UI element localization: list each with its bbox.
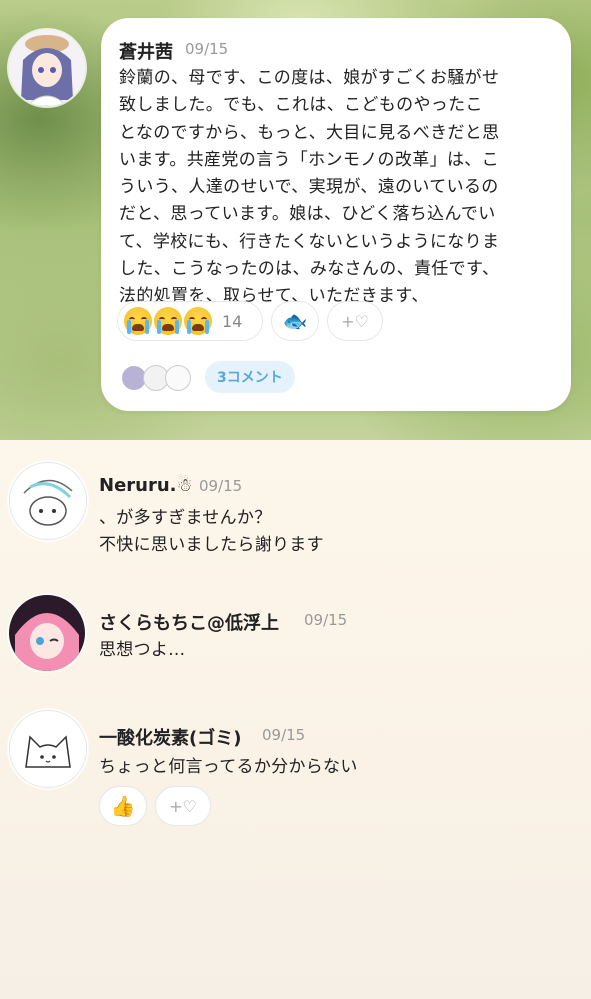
post-line: 鈴蘭の、母です、この度は、娘がすごくお騒がせ	[119, 68, 500, 88]
add-heart-icon: +♡	[169, 796, 197, 816]
commenter-avatar[interactable]	[9, 710, 87, 788]
post-date: 09/15	[185, 40, 229, 58]
post-author-avatar[interactable]	[9, 30, 85, 106]
post-card: 蒼井茜 09/15 鈴蘭の、母です、この度は、娘がすごくお騒がせ 致しました。で…	[101, 18, 571, 411]
comment-line: 思想つよ...	[99, 640, 186, 660]
commenter-avatar[interactable]	[9, 595, 85, 671]
add-heart-icon: +♡	[341, 311, 369, 331]
add-reaction-button[interactable]: +♡	[327, 301, 383, 341]
comment-date: 09/15	[199, 477, 243, 495]
commenter-avatars[interactable]	[121, 365, 197, 391]
post-line: ういう、人達のせいで、実現が、遠のいているの	[119, 177, 499, 198]
crying-reaction-button[interactable]: 14	[117, 301, 263, 341]
post-line: となのですから、もっと、大目に見るべきだと思	[119, 122, 500, 143]
comment-line: 不快に思いましたら謝ります	[99, 535, 324, 555]
post-line: 致しました。でも、これは、こどものやったこ	[119, 95, 483, 116]
commenter-name[interactable]: Neruru.☃	[99, 475, 193, 496]
add-reaction-button[interactable]: +♡	[155, 786, 211, 826]
post-author-name[interactable]: 蒼井茜	[119, 38, 173, 64]
pink-hair-girl-avatar-icon	[9, 595, 85, 671]
thumbs-up-reaction-button[interactable]: 👍	[99, 786, 147, 826]
thumbs-up-icon: 👍	[110, 794, 136, 818]
post-line: した、こうなったのは、みなさんの、責任です、	[119, 259, 500, 280]
comment-date: 09/15	[262, 726, 306, 744]
crying-face-icon	[124, 307, 152, 335]
sketch-character-avatar-icon	[10, 463, 86, 539]
crying-face-icon	[184, 307, 212, 335]
comment-date: 09/15	[304, 611, 348, 629]
fish-icon: 🐟	[282, 309, 308, 333]
post-body: 鈴蘭の、母です、この度は、娘がすごくお騒がせ 致しました。でも、これは、こどもの…	[119, 65, 559, 311]
comment-line: ちょっと何言ってるか分からない	[99, 757, 358, 777]
comment-body: ちょっと何言ってるか分からない	[99, 754, 358, 781]
post-line: います。共産党の言う「ホンモノの改革」は、こ	[119, 149, 499, 170]
reaction-count: 14	[222, 311, 243, 331]
comment-body: 思想つよ...	[99, 637, 185, 664]
comment-body: 、が多すぎませんか？ 不快に思いましたら謝ります	[99, 505, 324, 559]
comment-line: 、が多すぎませんか？	[99, 508, 272, 528]
post-line: て、学校にも、行きたくないというようになりま	[119, 231, 500, 252]
commenter-name[interactable]: さくらもちこ@低浮上	[99, 609, 279, 635]
anime-girl-avatar-icon	[9, 30, 85, 106]
fish-reaction-button[interactable]: 🐟	[271, 301, 319, 341]
mini-avatar	[165, 365, 191, 391]
comment-count-badge[interactable]: 3コメント	[205, 361, 295, 393]
cat-doodle-avatar-icon	[10, 711, 86, 787]
post-line: だと、思っています。娘は、ひどく落ち込んでい	[119, 204, 496, 225]
commenter-name[interactable]: 一酸化炭素(ゴミ)	[99, 724, 241, 750]
commenter-avatar[interactable]	[9, 462, 87, 540]
crying-face-icon	[154, 307, 182, 335]
